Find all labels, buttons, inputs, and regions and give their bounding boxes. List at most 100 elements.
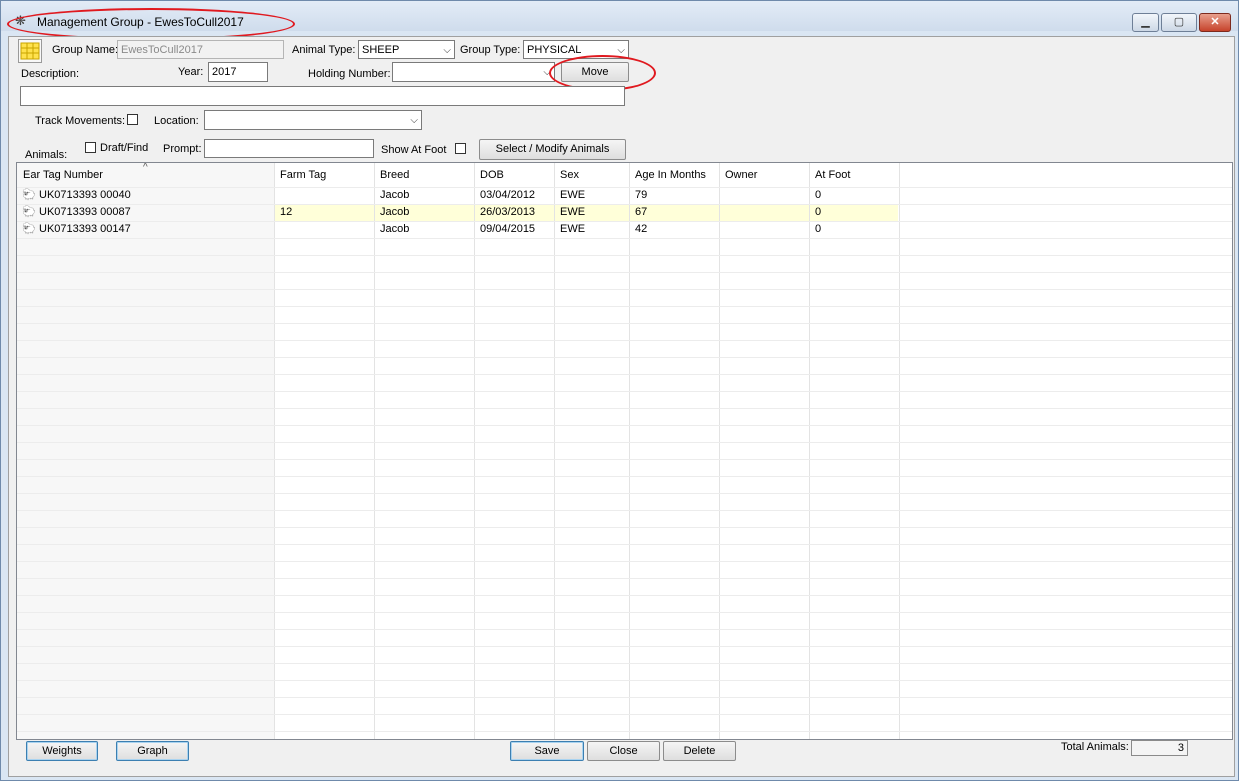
location-label: Location: <box>154 115 199 127</box>
track-movements-label: Track Movements: <box>35 115 126 127</box>
column-header[interactable]: Farm Tag <box>280 169 326 181</box>
chevron-down-icon: ⌵ <box>543 67 551 78</box>
grid-row-divider <box>17 612 1232 613</box>
table-cell[interactable]: EWE <box>560 206 585 218</box>
column-header[interactable]: Ear Tag Number <box>23 169 103 181</box>
table-cell[interactable]: EWE <box>560 189 585 201</box>
grid-row-divider <box>17 272 1232 273</box>
grid-row-divider <box>17 357 1232 358</box>
chevron-down-icon: ⌵ <box>617 45 625 56</box>
table-cell[interactable]: 12 <box>280 206 292 218</box>
table-cell[interactable]: Jacob <box>380 223 409 235</box>
sheep-icon: 🐑 <box>22 206 36 218</box>
grid-row-divider <box>17 187 1232 188</box>
table-cell[interactable]: UK0713393 00040 <box>39 189 131 201</box>
animal-type-value: SHEEP <box>362 44 400 56</box>
grid-row-divider <box>17 442 1232 443</box>
grid-column-divider <box>719 163 720 739</box>
description-field[interactable] <box>20 86 625 106</box>
table-cell[interactable]: 42 <box>635 223 647 235</box>
minimize-button[interactable]: ▁ <box>1132 13 1159 32</box>
grid-column-divider <box>274 163 275 739</box>
graph-button[interactable]: Graph <box>116 741 189 761</box>
close-button[interactable]: Close <box>587 741 660 761</box>
column-header[interactable]: Breed <box>380 169 409 181</box>
select-modify-animals-button[interactable]: Select / Modify Animals <box>479 139 626 160</box>
sort-arrow-icon: ^ <box>143 162 148 173</box>
grid-row-divider <box>17 561 1232 562</box>
minimize-icon: ▁ <box>1141 16 1150 28</box>
animal-type-select[interactable]: SHEEP ⌵ <box>358 40 455 59</box>
animals-grid[interactable]: ^ Ear Tag Number Farm Tag Breed DOB Sex Age I… <box>16 162 1233 740</box>
grid-row-divider <box>17 731 1232 732</box>
column-header[interactable]: Sex <box>560 169 579 181</box>
animals-label: Animals: <box>25 149 68 161</box>
grid-row-divider <box>17 527 1232 528</box>
table-cell[interactable]: UK0713393 00087 <box>39 206 131 218</box>
sheep-icon: 🐑 <box>22 223 36 235</box>
sheep-icon: 🐑 <box>22 189 36 201</box>
table-cell[interactable]: 79 <box>635 189 647 201</box>
save-button[interactable]: Save <box>510 741 584 761</box>
group-type-label: Group Type: <box>460 44 521 56</box>
table-cell[interactable]: Jacob <box>380 189 409 201</box>
table-cell[interactable]: 03/04/2012 <box>480 189 535 201</box>
holding-number-select[interactable]: ⌵ <box>392 62 555 82</box>
group-type-select[interactable]: PHYSICAL ⌵ <box>523 40 629 59</box>
grid-row-divider <box>17 680 1232 681</box>
move-button[interactable]: Move <box>561 62 629 82</box>
table-cell[interactable]: UK0713393 00147 <box>39 223 131 235</box>
grid-row-divider <box>17 408 1232 409</box>
grid-row-divider <box>17 204 1232 205</box>
draft-find-checkbox[interactable] <box>85 142 96 153</box>
draft-find-label: Draft/Find <box>100 142 149 154</box>
grid-row-divider <box>17 663 1232 664</box>
table-cell[interactable]: 0 <box>815 206 821 218</box>
app-icon: ❋ <box>15 13 26 28</box>
animal-type-label: Animal Type: <box>292 44 356 56</box>
grid-row-divider <box>17 238 1232 239</box>
column-header[interactable]: DOB <box>480 169 504 181</box>
track-movements-checkbox[interactable] <box>127 114 138 125</box>
grid-row-divider <box>17 510 1232 511</box>
chevron-down-icon: ⌵ <box>410 115 418 126</box>
column-header[interactable]: Age In Months <box>635 169 706 181</box>
grid-row-divider <box>17 425 1232 426</box>
show-at-foot-checkbox[interactable] <box>455 143 466 154</box>
location-select[interactable]: ⌵ <box>204 110 422 130</box>
year-field[interactable]: 2017 <box>208 62 268 82</box>
grid-row-divider <box>17 714 1232 715</box>
maximize-button[interactable]: ▢ <box>1161 13 1197 32</box>
description-label: Description: <box>21 68 80 80</box>
table-cell[interactable]: 26/03/2013 <box>480 206 535 218</box>
table-cell[interactable]: 67 <box>635 206 647 218</box>
ear-tag-column-bg <box>17 163 274 739</box>
grid-row-divider <box>17 595 1232 596</box>
chevron-down-icon: ⌵ <box>443 45 451 56</box>
grid-column-divider <box>899 163 900 739</box>
weights-button[interactable]: Weights <box>26 741 98 761</box>
column-header[interactable]: At Foot <box>815 169 850 181</box>
delete-button[interactable]: Delete <box>663 741 736 761</box>
close-icon: ✕ <box>1210 16 1220 28</box>
grid-row-divider <box>17 221 1232 222</box>
table-cell[interactable]: 0 <box>815 223 821 235</box>
close-window-button[interactable]: ✕ <box>1199 13 1231 32</box>
grid-row-divider <box>17 289 1232 290</box>
column-header[interactable]: Owner <box>725 169 757 181</box>
group-name-field[interactable]: EwesToCull2017 <box>117 40 284 59</box>
grid-row-divider <box>17 629 1232 630</box>
group-grid-icon[interactable] <box>18 39 42 63</box>
table-cell[interactable]: EWE <box>560 223 585 235</box>
grid-column-divider <box>629 163 630 739</box>
show-at-foot-label: Show At Foot <box>381 144 447 156</box>
grid-column-divider <box>474 163 475 739</box>
table-cell[interactable]: 0 <box>815 189 821 201</box>
grid-row-divider <box>17 493 1232 494</box>
prompt-field[interactable] <box>204 139 374 158</box>
table-cell[interactable]: 09/04/2015 <box>480 223 535 235</box>
table-cell[interactable]: Jacob <box>380 206 409 218</box>
grid-row-divider <box>17 374 1232 375</box>
title-bar[interactable]: ❋ Management Group - EwesToCull2017 ▁ ▢ … <box>1 1 1238 32</box>
grid-row-divider <box>17 391 1232 392</box>
